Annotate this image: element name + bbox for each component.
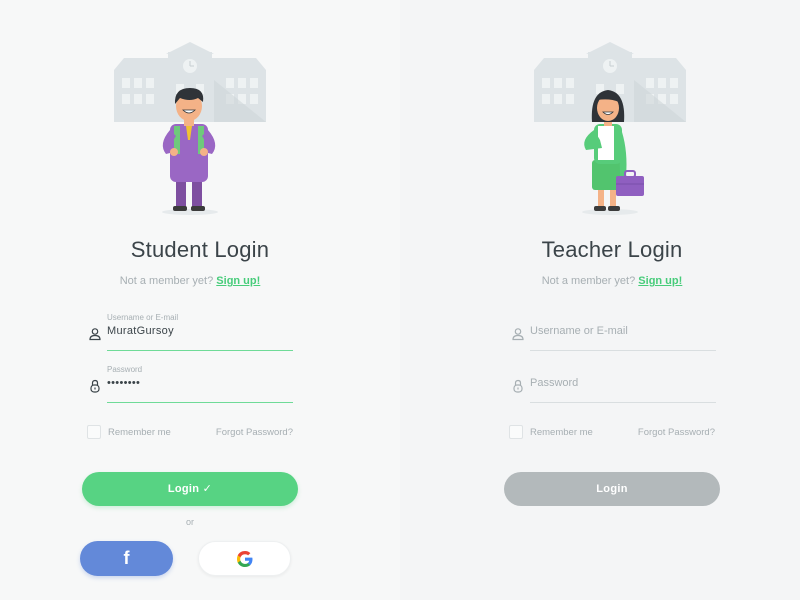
student-password-field[interactable]: Password ••••••••: [88, 365, 293, 409]
remember-label: Remember me: [108, 427, 171, 438]
teacher-login-panel: Teacher Login Not a member yet? Sign up!…: [400, 0, 800, 600]
remember-checkbox[interactable]: [87, 425, 101, 439]
remember-checkbox[interactable]: [509, 425, 523, 439]
user-icon: [512, 328, 524, 341]
lock-icon: [90, 379, 100, 393]
password-underline: [530, 402, 716, 403]
google-icon: [236, 550, 252, 567]
google-login-button[interactable]: [198, 541, 291, 576]
teacher-login-title: Teacher Login: [541, 237, 683, 262]
lock-icon: [513, 379, 523, 393]
username-label: Username or E-mail: [107, 313, 179, 322]
username-value: MuratGursoy: [107, 325, 174, 337]
username-placeholder: Username or E-mail: [530, 325, 628, 337]
student-illustration: [114, 42, 266, 215]
or-separator: or: [185, 517, 194, 527]
signup-prompt-text: Not a member yet?: [541, 275, 636, 287]
teacher-username-field[interactable]: Username or E-mail: [511, 313, 716, 357]
student-login-title: Student Login: [130, 237, 270, 262]
facebook-login-button[interactable]: f: [80, 541, 173, 576]
remember-label: Remember me: [530, 427, 593, 438]
facebook-icon: f: [123, 548, 130, 568]
user-icon: [89, 328, 101, 341]
student-login-panel: Student Login Not a member yet? Sign up!…: [0, 0, 400, 600]
student-signup-prompt: Not a member yet? Sign up!: [0, 275, 380, 287]
student-login-button[interactable]: Login ✓: [82, 472, 298, 506]
teacher-login-button[interactable]: Login: [504, 472, 720, 506]
student-remember-row: Remember me Forgot Password?: [87, 425, 297, 441]
password-value: ••••••••: [107, 377, 141, 389]
student-username-field[interactable]: Username or E-mail MuratGursoy: [88, 313, 293, 357]
username-underline: [107, 349, 293, 351]
student-forgot-password-link[interactable]: Forgot Password?: [216, 427, 293, 438]
password-label: Password: [107, 365, 143, 374]
teacher-signup-link[interactable]: Sign up!: [638, 275, 682, 287]
password-underline: [107, 401, 293, 403]
teacher-signup-prompt: Not a member yet? Sign up!: [422, 275, 800, 287]
signup-prompt-text: Not a member yet?: [119, 275, 214, 287]
teacher-forgot-password-link[interactable]: Forgot Password?: [638, 427, 715, 438]
teacher-illustration: [534, 42, 686, 215]
teacher-password-field[interactable]: Password: [511, 365, 716, 409]
student-signup-link[interactable]: Sign up!: [216, 275, 260, 287]
username-underline: [530, 350, 716, 351]
teacher-remember-row: Remember me Forgot Password?: [509, 425, 719, 441]
password-placeholder: Password: [530, 377, 579, 389]
